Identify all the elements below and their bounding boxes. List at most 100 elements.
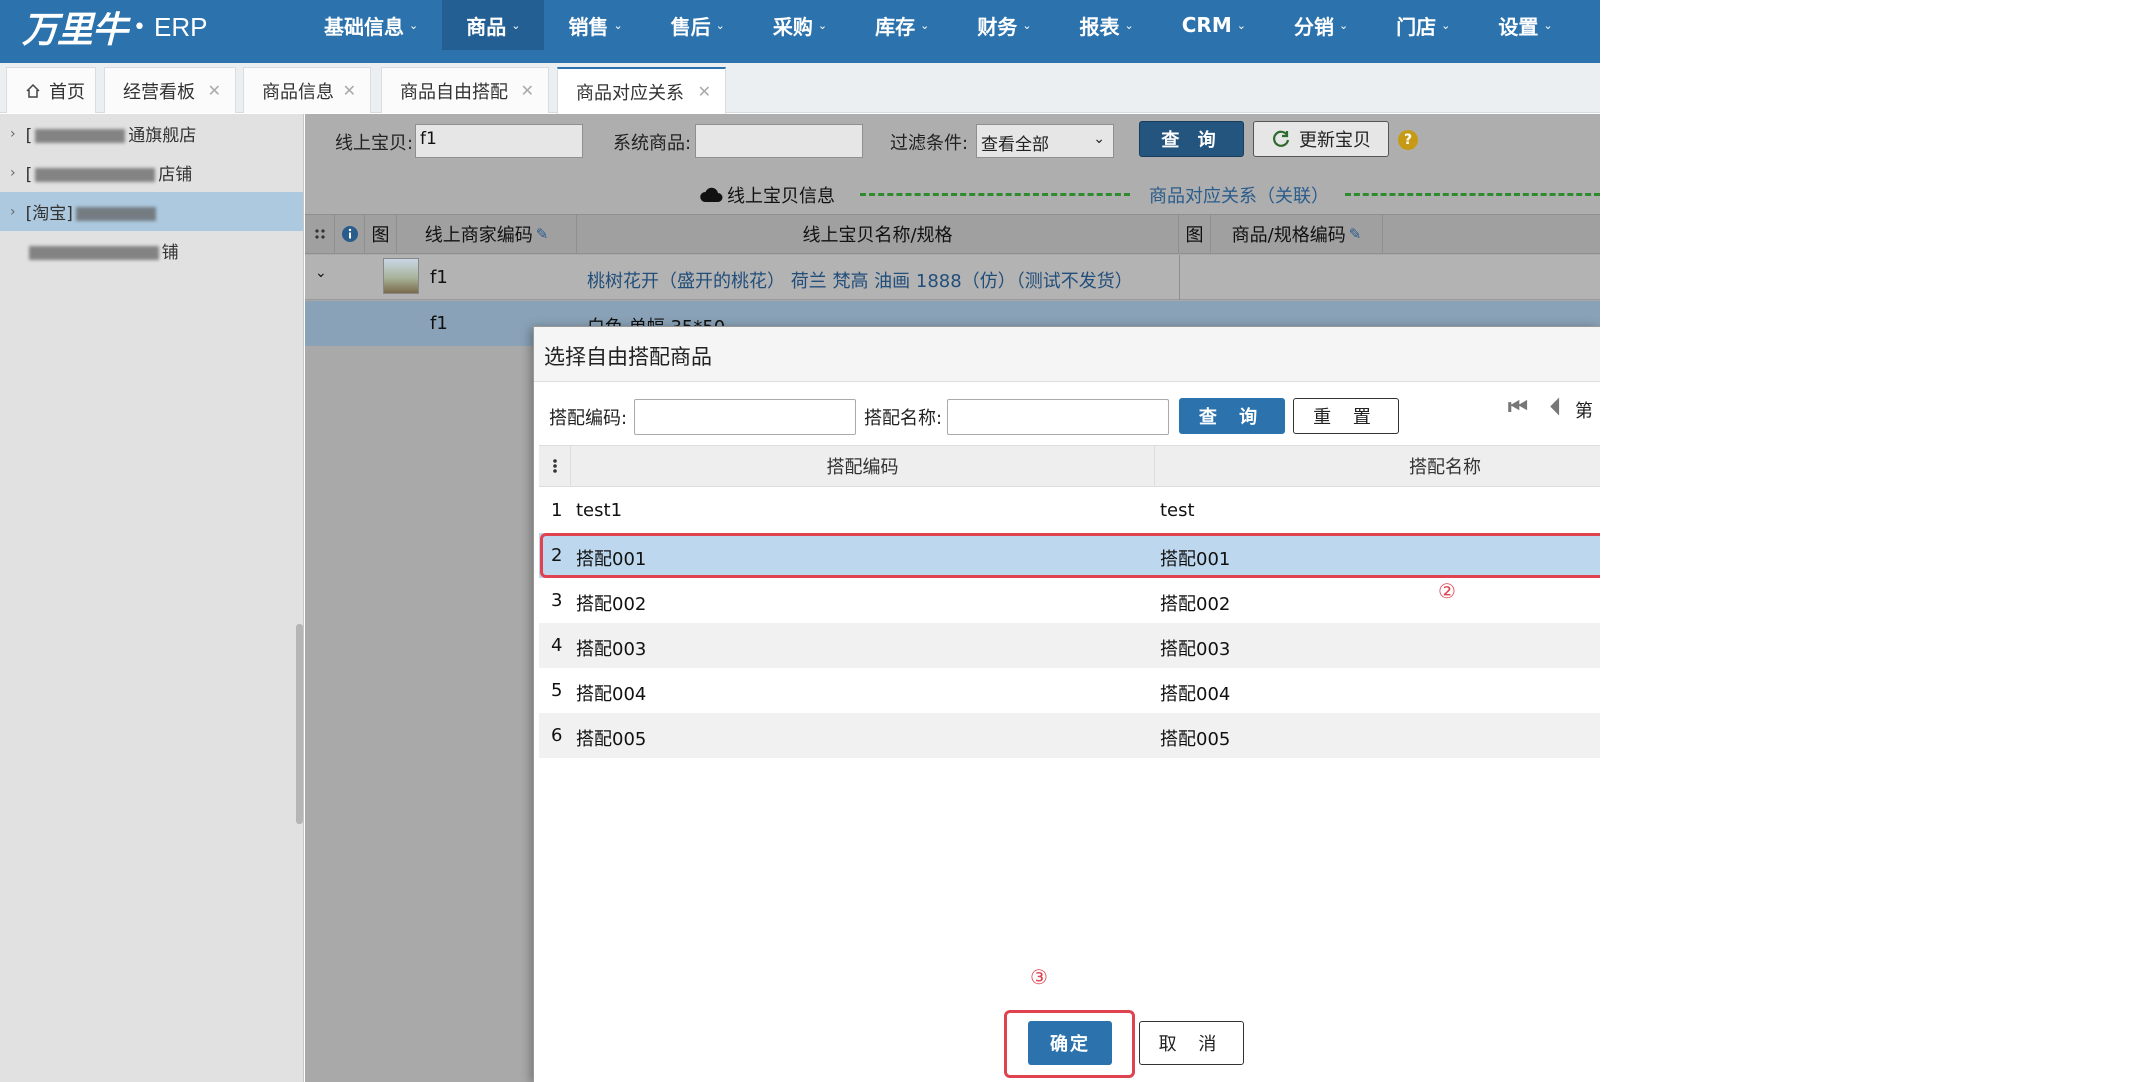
column-divider xyxy=(1179,255,1180,300)
nav-item-basic[interactable]: 基础信息 ⌄ xyxy=(300,0,442,50)
help-icon[interactable]: ? xyxy=(1398,130,1418,150)
tree-item-shop-1[interactable]: › [通旗舰店 xyxy=(0,114,303,153)
dialog-query-button[interactable]: 查 询 xyxy=(1179,398,1285,434)
pager-page-text: 第 xyxy=(1575,401,1593,422)
redacted-text xyxy=(35,129,126,143)
chevron-down-icon: ⌄ xyxy=(1236,18,1246,32)
close-icon[interactable]: ✕ xyxy=(343,81,356,100)
tab-dashboard[interactable]: 经营看板 ✕ xyxy=(104,67,236,113)
tab-home[interactable]: 首页 xyxy=(6,67,96,113)
combo-code-cell: 搭配002 xyxy=(576,594,647,615)
online-name-cell[interactable]: 桃树花开（盛开的桃花） 荷兰 梵高 油画 1888（仿）（测试不发货） xyxy=(587,267,1133,293)
tab-goods-relation[interactable]: 商品对应关系 ✕ xyxy=(557,67,726,114)
home-icon xyxy=(26,83,40,98)
chevron-down-icon: ⌄ xyxy=(715,18,725,32)
chevron-down-icon: ⌄ xyxy=(920,18,930,32)
nav-item-stock[interactable]: 库存 ⌄ xyxy=(851,0,953,50)
tab-label: 经营看板 xyxy=(123,81,195,103)
first-page-icon[interactable]: ⏮ xyxy=(1508,395,1528,420)
nav-item-settings[interactable]: 设置 ⌄ xyxy=(1474,0,1576,50)
confirm-button[interactable]: 确定 xyxy=(1028,1021,1112,1065)
nav-item-distribution[interactable]: 分销 ⌄ xyxy=(1270,0,1372,50)
edit-icon[interactable]: ✎ xyxy=(536,225,549,243)
tree-item-shop-3[interactable]: › [淘宝] xyxy=(0,192,303,231)
table-row[interactable]: ⌄ f1 桃树花开（盛开的桃花） 荷兰 梵高 油画 1888（仿）（测试不发货） xyxy=(305,255,1600,300)
chevron-right-icon: › xyxy=(10,203,16,220)
refresh-items-button[interactable]: 更新宝贝 xyxy=(1253,121,1389,157)
combo-code-input[interactable] xyxy=(634,399,856,435)
selection-highlight-box xyxy=(540,533,1600,578)
combo-row[interactable]: 4 搭配003 搭配003 xyxy=(539,623,1600,668)
tab-label: 商品自由搭配 xyxy=(400,81,508,103)
close-icon[interactable]: ✕ xyxy=(698,82,711,101)
tree-item-shop-4[interactable]: › 铺 xyxy=(0,231,303,270)
nav-item-report[interactable]: 报表 ⌄ xyxy=(1056,0,1158,50)
combo-name-cell: 搭配002 xyxy=(1160,594,1231,615)
cancel-button[interactable]: 取 消 xyxy=(1139,1021,1244,1065)
combo-row[interactable]: 5 搭配004 搭配004 xyxy=(539,668,1600,713)
chevron-down-icon: ⌄ xyxy=(511,18,521,32)
combo-name-label: 搭配名称: xyxy=(864,408,943,429)
chevron-down-icon: ⌄ xyxy=(1093,131,1105,147)
tree-item-label: [淘宝] xyxy=(26,199,159,224)
chevron-down-icon: ⌄ xyxy=(817,18,828,32)
system-item-input[interactable] xyxy=(695,124,863,158)
prev-page-icon[interactable]: ⏴ xyxy=(1550,395,1561,420)
filter-condition-select[interactable]: 查看全部 ⌄ xyxy=(976,124,1114,158)
online-item-label: 线上宝贝: xyxy=(335,133,414,154)
combo-code-cell: test1 xyxy=(576,500,623,521)
sidebar-scrollbar[interactable] xyxy=(296,624,303,824)
nav-item-aftersale[interactable]: 售后 ⌄ xyxy=(647,0,749,50)
dialog-title: 选择自由搭配商品 xyxy=(534,327,1600,382)
chevron-down-icon: ⌄ xyxy=(1338,18,1349,32)
row-index: 1 xyxy=(551,500,563,521)
col-header-sku-code[interactable]: 商品/规格编码 ✎ xyxy=(1211,215,1383,253)
chevron-down-icon: ⌄ xyxy=(613,18,623,32)
logo-erp: ERP xyxy=(154,11,208,42)
nav-item-store[interactable]: 门店 ⌄ xyxy=(1372,0,1474,50)
column-menu-icon[interactable] xyxy=(539,446,571,486)
chevron-down-icon: ⌄ xyxy=(1022,18,1032,32)
redacted-text xyxy=(75,207,156,221)
online-info-label: 线上宝贝信息 xyxy=(699,182,835,208)
combo-row[interactable]: 6 搭配005 搭配005 xyxy=(539,713,1600,758)
close-icon[interactable]: ✕ xyxy=(521,81,534,100)
combo-code-cell: 搭配004 xyxy=(576,684,647,705)
chevron-down-icon[interactable]: ⌄ xyxy=(315,265,327,281)
combo-row[interactable]: 1 test1 test xyxy=(539,488,1600,533)
col-header-label: 线上商家编码 xyxy=(424,225,533,246)
tree-item-label: [通旗舰店 xyxy=(25,126,197,146)
product-thumbnail xyxy=(383,258,419,294)
relation-label: 商品对应关系（关联） xyxy=(1149,186,1329,207)
query-button[interactable]: 查 询 xyxy=(1139,121,1244,157)
col-header-online-code[interactable]: 线上商家编码 ✎ xyxy=(397,215,577,253)
filter-condition-value: 查看全部 xyxy=(981,135,1049,155)
nav-item-goods[interactable]: 商品 ⌄ xyxy=(442,0,545,50)
close-icon[interactable]: ✕ xyxy=(208,81,221,100)
step-3-marker: ③ xyxy=(1030,965,1048,989)
nav-item-crm[interactable]: CRM ⌄ xyxy=(1158,0,1270,50)
online-info-text: 线上宝贝信息 xyxy=(727,186,835,207)
nav-item-purchase[interactable]: 采购 ⌄ xyxy=(749,0,851,50)
row-index: 6 xyxy=(551,725,563,746)
relation-info-row: 线上宝贝信息 商品对应关系（关联） xyxy=(305,179,1600,209)
online-item-input[interactable]: f1 xyxy=(415,124,583,158)
nav-item-finance[interactable]: 财务 ⌄ xyxy=(953,0,1055,50)
col-header-combo-name: 搭配名称 xyxy=(1409,457,1481,478)
nav-label: CRM xyxy=(1181,13,1232,37)
edit-icon[interactable]: ✎ xyxy=(1349,225,1362,243)
tree-item-shop-2[interactable]: › [店铺 xyxy=(0,153,303,192)
tab-label: 首页 xyxy=(49,81,85,103)
combo-name-input[interactable] xyxy=(947,399,1169,435)
nav-item-sales[interactable]: 销售 ⌄ xyxy=(544,0,646,50)
dashed-connector xyxy=(1345,193,1600,196)
main-grid-header: 图 线上商家编码 ✎ 线上宝贝名称/规格 图 商品/规格编码 ✎ xyxy=(305,214,1600,254)
tab-goods-info[interactable]: 商品信息 ✕ xyxy=(243,67,371,113)
tab-bar: 首页 经营看板 ✕ 商品信息 ✕ 商品自由搭配 ✕ 商品对应关系 ✕ xyxy=(0,63,1600,114)
top-navbar: 万里牛 • ERP 基础信息 ⌄ 商品 ⌄ 销售 ⌄ 售后 ⌄ 采购 ⌄ 库存 ⌄ 财务 ⌄ … xyxy=(0,0,1600,63)
tab-free-combo[interactable]: 商品自由搭配 ✕ xyxy=(381,67,549,113)
nav-label: 分销 xyxy=(1293,14,1334,39)
nav-label: 商品 xyxy=(466,14,507,39)
dialog-reset-button[interactable]: 重 置 xyxy=(1293,398,1399,434)
col-header-label: 商品/规格编码 xyxy=(1231,225,1346,246)
